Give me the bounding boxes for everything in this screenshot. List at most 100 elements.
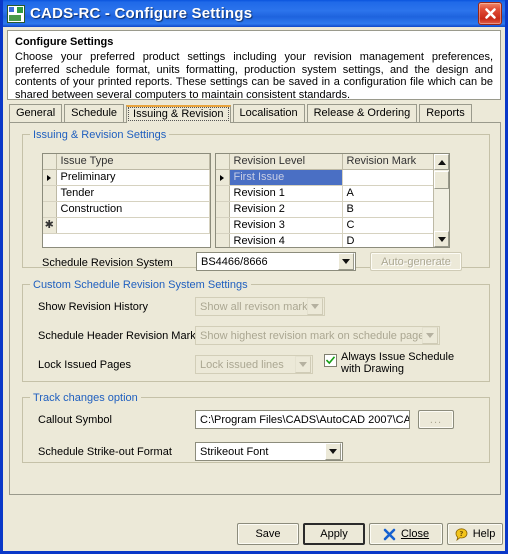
callout-symbol-input[interactable]: C:\Program Files\CADS\AutoCAD 2007\CAD [195, 410, 410, 429]
schedule-header-revision-mark-label: Schedule Header Revision Mark [38, 330, 196, 342]
blue-x-icon [383, 528, 396, 540]
save-button[interactable]: Save [237, 523, 299, 545]
lock-issued-pages-value: Lock issued lines [200, 358, 284, 371]
row-marker-current [43, 169, 57, 186]
issuing-group-legend: Issuing & Revision Settings [30, 129, 170, 141]
callout-symbol-browse-button[interactable]: ... [418, 410, 454, 429]
tab-schedule[interactable]: Schedule [64, 104, 125, 122]
chevron-down-icon[interactable] [295, 356, 311, 373]
table-header-row: Issue Type [43, 154, 210, 170]
row-marker [216, 217, 230, 234]
column-header-revision-level[interactable]: Revision Level [229, 154, 343, 170]
row-marker-current [216, 169, 230, 186]
track-group-legend: Track changes option [30, 392, 141, 404]
table-row[interactable]: First Issue [216, 169, 435, 186]
checkmark-icon [326, 356, 335, 365]
schedule-revision-system-value: BS4466/8666 [201, 255, 268, 268]
help-button-label: Help [472, 528, 496, 540]
close-button-label: Close [400, 528, 430, 540]
issue-type-cell[interactable]: Preliminary [56, 169, 210, 186]
revision-level-cell[interactable]: Revision 4 [229, 233, 343, 247]
chevron-down-icon[interactable] [307, 298, 323, 315]
table-row[interactable]: Preliminary [43, 169, 210, 186]
schedule-header-revision-mark-combo[interactable]: Show highest revision mark on schedule p… [195, 326, 440, 345]
tab-reports[interactable]: Reports [419, 104, 472, 122]
scrollbar-thumb[interactable] [434, 171, 449, 189]
window-title: CADS-RC - Configure Settings [30, 5, 253, 22]
issue-type-cell-new[interactable] [56, 217, 210, 234]
show-revision-history-value: Show all revison marks [200, 300, 307, 313]
table-row-new[interactable]: ✱ [43, 217, 210, 234]
always-issue-schedule-checkbox[interactable]: Always Issue Schedule with Drawing [324, 351, 479, 375]
scroll-down-arrow-icon [437, 236, 446, 242]
tab-release-ordering[interactable]: Release & Ordering [306, 104, 418, 122]
row-header-corner [43, 154, 57, 170]
chevron-down-icon[interactable] [338, 253, 354, 270]
row-header-corner [216, 154, 230, 170]
revision-level-grid[interactable]: Revision Level Revision Mark First Issue… [215, 153, 450, 248]
revision-level-cell[interactable]: Revision 1 [229, 185, 343, 202]
revision-mark-cell[interactable] [342, 169, 435, 186]
tab-localisation[interactable]: Localisation [232, 104, 305, 122]
auto-generate-button[interactable]: Auto-generate [370, 252, 462, 271]
always-issue-line1: Always Issue Schedule [341, 351, 455, 363]
table-row[interactable]: Revision 1 A [216, 185, 435, 202]
revision-level-cell[interactable]: Revision 3 [229, 217, 343, 234]
revision-grid-scrollbar[interactable] [433, 154, 449, 247]
revision-mark-cell[interactable]: D [342, 233, 435, 247]
help-button[interactable]: ? Help [447, 523, 503, 545]
issue-type-cell[interactable]: Construction [56, 201, 210, 218]
tab-page-issuing-revision: Issuing & Revision Settings Issue Type P… [9, 122, 501, 495]
column-header-revision-mark[interactable]: Revision Mark [342, 154, 435, 170]
column-header-issue-type[interactable]: Issue Type [56, 154, 210, 170]
table-row[interactable]: Revision 2 B [216, 201, 435, 218]
dialog-footer: Save Apply Close ? Help [3, 523, 505, 545]
issue-type-cell[interactable]: Tender [56, 185, 210, 202]
revision-mark-cell[interactable]: A [342, 185, 435, 202]
scroll-down-button[interactable] [434, 231, 449, 247]
tab-issuing-revision[interactable]: Issuing & Revision [126, 105, 231, 123]
row-marker [43, 201, 57, 218]
chevron-down-icon[interactable] [325, 443, 341, 460]
custom-group-legend: Custom Schedule Revision System Settings [30, 279, 251, 291]
close-icon [484, 8, 496, 19]
schedule-strikeout-format-label: Schedule Strike-out Format [38, 446, 172, 458]
schedule-revision-system-label: Schedule Revision System [42, 257, 173, 269]
issue-type-grid[interactable]: Issue Type Preliminary Tender Constructi… [42, 153, 211, 248]
show-revision-history-combo[interactable]: Show all revison marks [195, 297, 325, 316]
browse-ellipsis-label: ... [429, 413, 443, 426]
page-title: Configure Settings [15, 36, 114, 48]
schedule-strikeout-format-value: Strikeout Font [200, 445, 269, 458]
table-header-row: Revision Level Revision Mark [216, 154, 435, 170]
always-issue-line2: with Drawing [341, 362, 404, 375]
title-bar: CADS-RC - Configure Settings [3, 0, 505, 27]
apply-button[interactable]: Apply [303, 523, 365, 545]
app-icon [7, 4, 25, 23]
schedule-header-revision-mark-value: Show highest revision mark on schedule p… [200, 329, 422, 342]
table-row[interactable]: Construction [43, 201, 210, 218]
row-marker [216, 185, 230, 202]
row-marker-new: ✱ [43, 217, 57, 234]
close-window-button[interactable] [478, 2, 502, 25]
show-revision-history-label: Show Revision History [38, 301, 149, 313]
always-issue-schedule-label: Always Issue Schedule with Drawing [341, 351, 455, 375]
revision-mark-cell[interactable]: B [342, 201, 435, 218]
page-description: Choose your preferred product settings i… [15, 51, 493, 101]
row-marker [216, 233, 230, 247]
lock-issued-pages-combo[interactable]: Lock issued lines [195, 355, 313, 374]
revision-level-cell[interactable]: Revision 2 [229, 201, 343, 218]
checkbox-box[interactable] [324, 354, 337, 367]
question-balloon-icon: ? [455, 527, 468, 541]
lock-issued-pages-label: Lock Issued Pages [38, 359, 131, 371]
revision-level-cell[interactable]: First Issue [229, 169, 343, 186]
close-button[interactable]: Close [369, 523, 443, 545]
table-row[interactable]: Revision 3 C [216, 217, 435, 234]
schedule-revision-system-combo[interactable]: BS4466/8666 [196, 252, 356, 271]
tab-general[interactable]: General [9, 104, 63, 122]
table-row[interactable]: Tender [43, 185, 210, 202]
revision-mark-cell[interactable]: C [342, 217, 435, 234]
schedule-strikeout-format-combo[interactable]: Strikeout Font [195, 442, 343, 461]
scroll-up-button[interactable] [434, 154, 449, 170]
chevron-down-icon[interactable] [422, 327, 438, 344]
table-row[interactable]: Revision 4 D [216, 233, 435, 247]
